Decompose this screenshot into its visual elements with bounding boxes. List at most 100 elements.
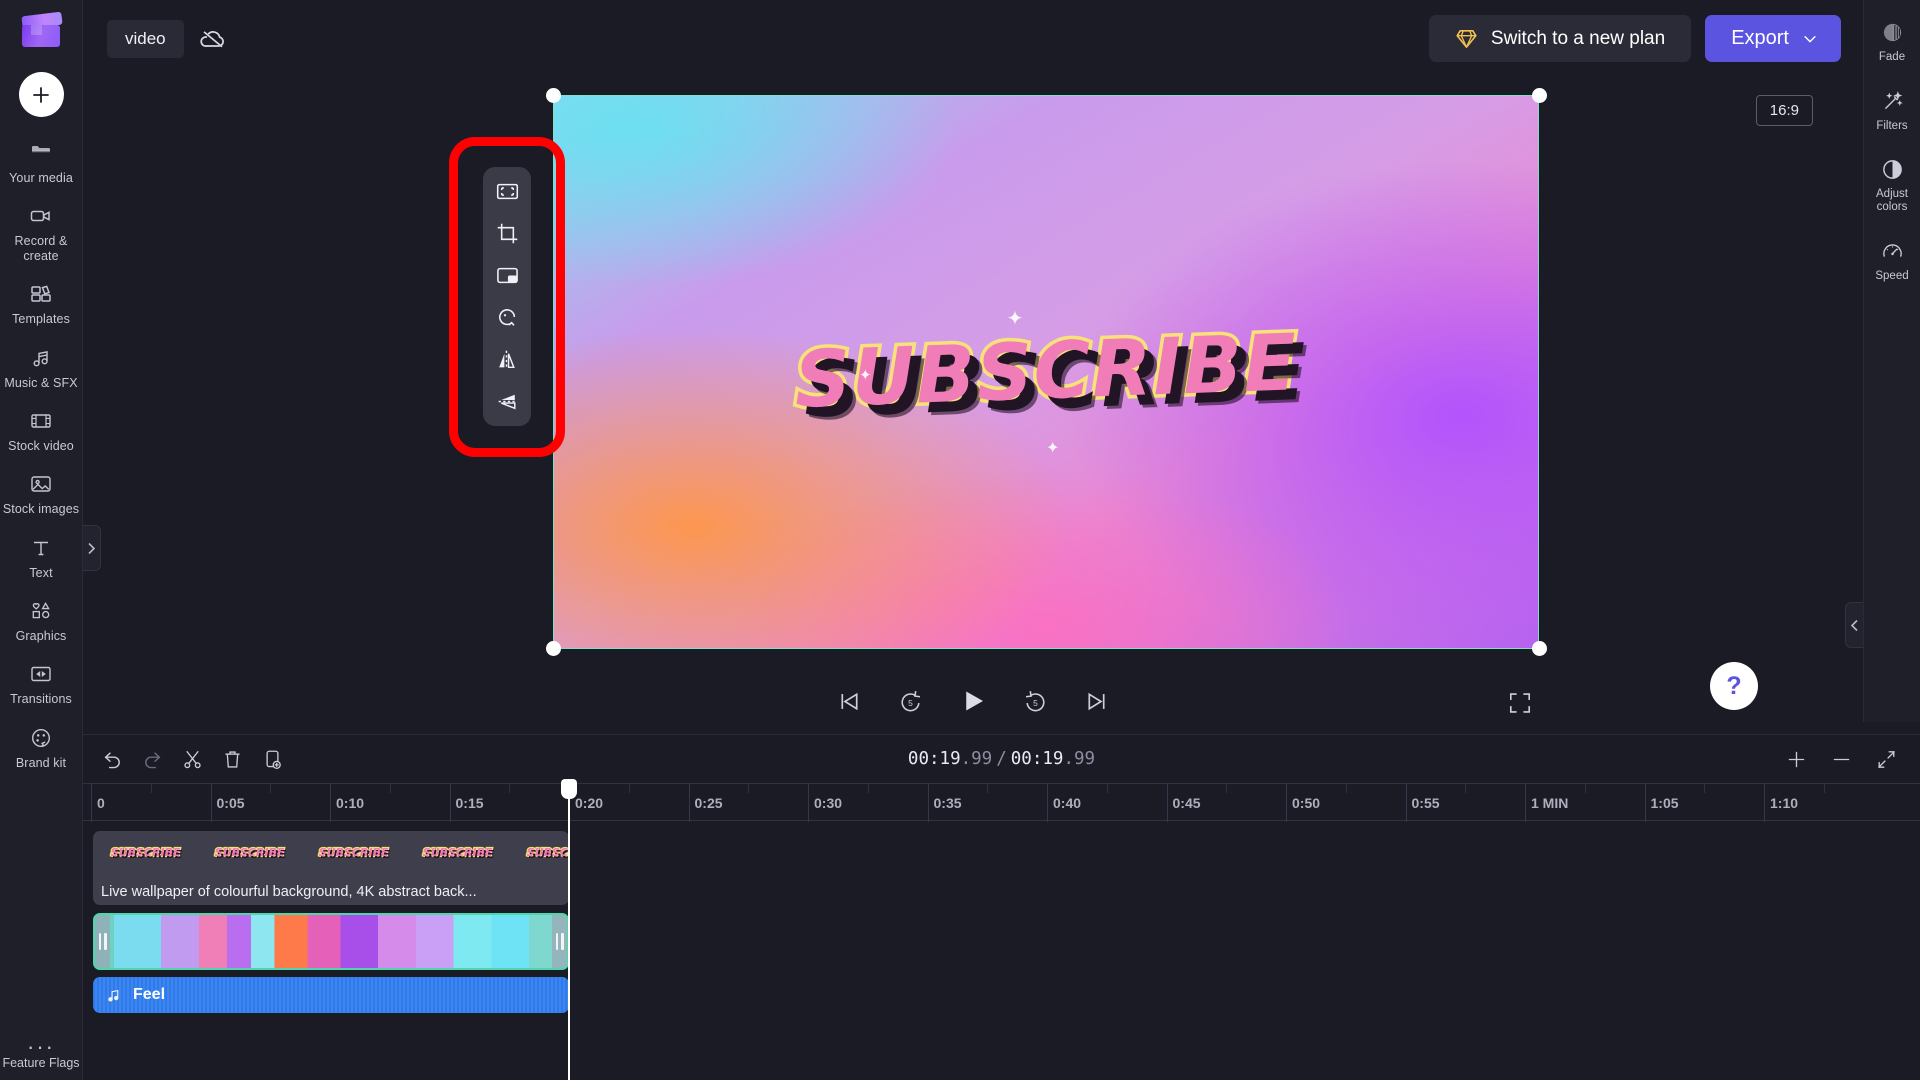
- timecode-separator: /: [996, 749, 1007, 769]
- video-preview-canvas[interactable]: SUBSCRIBE ✦ ✦ ✦: [553, 95, 1539, 649]
- rotate-icon[interactable]: [495, 305, 520, 330]
- sidebar-item-stock-video[interactable]: Stock video: [0, 399, 82, 462]
- crop-icon[interactable]: [495, 221, 520, 246]
- shapes-icon: [32, 602, 50, 619]
- sidebar-item-graphics[interactable]: Graphics: [0, 589, 82, 652]
- redo-icon[interactable]: [141, 748, 164, 771]
- ruler-tick-minor: [389, 784, 391, 793]
- rewind-5-icon[interactable]: 5: [897, 688, 924, 715]
- picture-in-picture-icon[interactable]: [495, 263, 520, 288]
- ruler-label: 1 MIN: [1531, 795, 1569, 811]
- right-item-adjust-colors[interactable]: Adjust colors: [1864, 145, 1920, 226]
- switch-plan-label: Switch to a new plan: [1490, 27, 1666, 49]
- audio-clip[interactable]: Feel: [93, 977, 569, 1013]
- resize-handle-bottom-left[interactable]: [546, 641, 561, 656]
- split-scissors-icon[interactable]: [181, 748, 204, 771]
- video-clip[interactable]: [93, 913, 569, 970]
- sidebar-label: Graphics: [15, 629, 67, 643]
- sidebar-label: Templates: [12, 312, 70, 327]
- plus-icon[interactable]: [1785, 748, 1808, 771]
- folder-icon: [32, 146, 50, 153]
- sidebar-label: Text: [29, 565, 53, 580]
- ruler-label: 0:10: [336, 795, 365, 811]
- sidebar-item-templates[interactable]: Templates: [0, 272, 82, 335]
- minus-icon[interactable]: [1830, 748, 1853, 771]
- current-time-frac: .99: [960, 749, 993, 769]
- sidebar-item-record-create[interactable]: Record & create: [0, 194, 82, 272]
- resize-handle-top-left[interactable]: [546, 88, 561, 103]
- sidebar-item-your-media[interactable]: Your media: [0, 131, 82, 194]
- fullscreen-icon[interactable]: [1507, 690, 1533, 716]
- sidebar-item-text[interactable]: Text: [0, 526, 82, 589]
- ruler-label: 0:15: [455, 795, 484, 811]
- ruler-tick-minor: [1226, 784, 1228, 793]
- ruler-tick-minor: [1704, 784, 1706, 793]
- clipchamp-logo-icon[interactable]: [20, 11, 63, 50]
- clip-thumbnail: SUBSCRIBE: [422, 844, 494, 859]
- sidebar-item-brand-kit[interactable]: Brand kit: [0, 716, 82, 779]
- play-icon[interactable]: [958, 686, 988, 716]
- sidebar-expand-button[interactable]: [83, 525, 101, 571]
- clip-thumbnail: SUBSCRIBE: [110, 844, 182, 859]
- contrast-icon: [1882, 160, 1902, 180]
- resize-handle-bottom-right[interactable]: [1532, 641, 1547, 656]
- aspect-ratio-badge[interactable]: 16:9: [1755, 95, 1813, 126]
- fit-to-screen-icon[interactable]: [495, 179, 520, 204]
- fit-timeline-icon[interactable]: [1875, 748, 1898, 771]
- ruler-label: 0:45: [1172, 795, 1201, 811]
- sidebar-label: Music & SFX: [4, 375, 78, 390]
- right-item-filters[interactable]: Filters: [1864, 77, 1920, 146]
- overlay-clip-thumbnails: SUBSCRIBE SUBSCRIBE SUBSCRIBE SUBSCRIBE SUBS…: [93, 839, 569, 873]
- playhead[interactable]: [561, 779, 577, 1080]
- chevron-right-icon: [88, 542, 96, 554]
- switch-plan-button[interactable]: Switch to a new plan: [1428, 15, 1692, 62]
- right-item-speed[interactable]: Speed: [1864, 227, 1920, 296]
- ruler-tick-minor: [748, 784, 750, 793]
- overlay-clip[interactable]: SUBSCRIBE SUBSCRIBE SUBSCRIBE SUBSCRIBE SUBS…: [93, 831, 569, 905]
- duplicate-icon[interactable]: [261, 748, 284, 771]
- sidebar-item-feature-flags[interactable]: ··· Feature Flags: [0, 1036, 82, 1080]
- right-item-fade[interactable]: Fade: [1864, 8, 1920, 77]
- trim-handle-left[interactable]: [95, 915, 110, 968]
- add-media-button[interactable]: [18, 72, 64, 117]
- ruler-label: 0:55: [1411, 795, 1440, 811]
- project-name-input[interactable]: video: [107, 19, 184, 58]
- chevron-left-icon: [1850, 619, 1858, 631]
- timeline-zoom-controls: [1785, 748, 1898, 771]
- music-note-icon: [33, 350, 48, 366]
- cloud-off-icon[interactable]: [198, 24, 228, 54]
- ruler-tick-minor: [150, 784, 152, 793]
- skip-to-start-icon[interactable]: [836, 688, 863, 715]
- flip-horizontal-icon[interactable]: [495, 347, 520, 372]
- sidebar-label: Feature Flags: [2, 1056, 80, 1070]
- image-icon: [31, 476, 51, 492]
- sidebar-item-stock-images[interactable]: Stock images: [0, 462, 82, 525]
- right-panel-collapse-button[interactable]: [1845, 602, 1863, 648]
- flip-vertical-icon[interactable]: [495, 389, 520, 414]
- sparkle-icon: ✦: [1046, 440, 1060, 458]
- export-button[interactable]: Export: [1705, 15, 1841, 62]
- ruler-tick-minor: [1465, 784, 1467, 793]
- total-time-frac: .99: [1063, 749, 1096, 769]
- ruler-tick-minor: [1584, 784, 1586, 793]
- sidebar-item-music-sfx[interactable]: Music & SFX: [0, 336, 82, 399]
- ruler-tick-minor: [509, 784, 511, 793]
- gem-icon: [1456, 30, 1477, 48]
- right-item-label: Fade: [1878, 51, 1906, 63]
- skip-to-end-icon[interactable]: [1083, 688, 1110, 715]
- svg-text:5: 5: [1033, 698, 1038, 708]
- resize-handle-top-right[interactable]: [1532, 88, 1547, 103]
- timeline-ruler[interactable]: 0 0:05 0:10 0:15 0:20 0:25 0:30 0:35 0:40 0:45 0:5…: [83, 783, 1920, 822]
- trim-handle-right[interactable]: [552, 915, 567, 968]
- sidebar-label: Transitions: [10, 692, 72, 707]
- forward-5-icon[interactable]: 5: [1022, 688, 1049, 715]
- ruler-label: 0:50: [1292, 795, 1321, 811]
- sidebar-item-transitions[interactable]: Transitions: [0, 652, 82, 715]
- undo-icon[interactable]: [101, 748, 124, 771]
- current-time: 00:19: [907, 749, 961, 769]
- clip-thumbnail: SUBSCRIBE: [526, 844, 569, 859]
- trash-icon[interactable]: [221, 748, 244, 771]
- film-strip-icon: [31, 414, 51, 428]
- help-button[interactable]: ?: [1710, 662, 1758, 710]
- sparkle-icon: ✦: [859, 367, 872, 385]
